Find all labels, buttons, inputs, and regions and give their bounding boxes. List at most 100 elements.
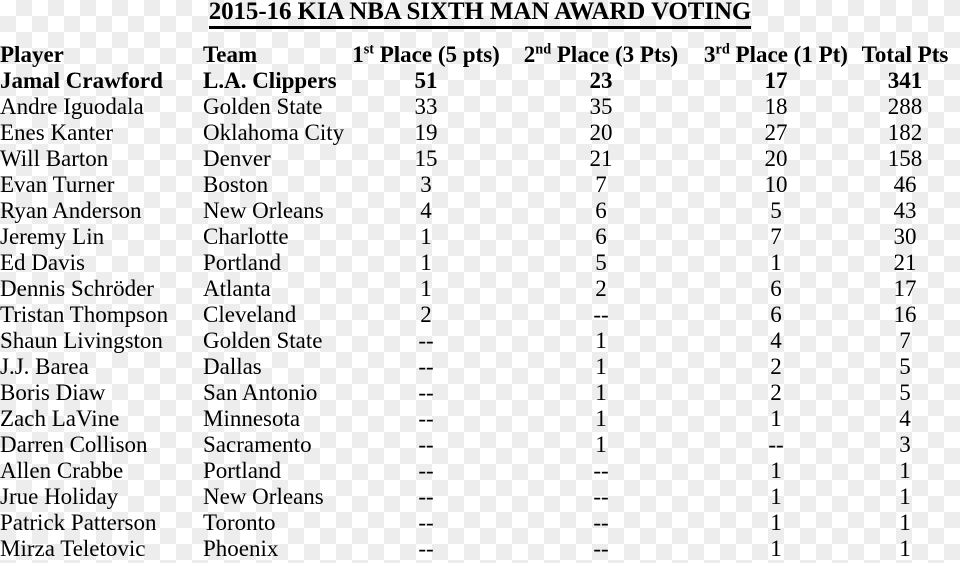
- table-row: Mirza Teletovic Phoenix -- -- 1 1: [0, 536, 960, 562]
- cell-team: Golden State: [203, 328, 323, 353]
- table-row: Jrue Holiday New Orleans -- -- 1 1: [0, 484, 960, 510]
- column-header-total-points: Total Pts: [861, 42, 949, 67]
- table-row: Darren Collison Sacramento -- 1 -- 3: [0, 432, 960, 458]
- cell-player: Enes Kanter: [0, 120, 114, 145]
- cell-first-place-votes: --: [418, 328, 434, 353]
- cell-second-place-votes: 1: [595, 432, 607, 457]
- cell-team: Golden State: [203, 94, 323, 119]
- first-place-rest: Place (5 pts): [373, 42, 500, 67]
- cell-total-points: 5: [899, 380, 911, 405]
- cell-total-points: 182: [887, 120, 923, 145]
- cell-third-place-votes: 7: [770, 224, 782, 249]
- cell-player: Evan Turner: [0, 172, 115, 197]
- cell-first-place-votes: 3: [420, 172, 432, 197]
- table-row: Patrick Patterson Toronto -- -- 1 1: [0, 510, 960, 536]
- cell-team: Dallas: [203, 354, 262, 379]
- cell-team: New Orleans: [203, 198, 324, 223]
- cell-team: Portland: [203, 250, 281, 275]
- cell-first-place-votes: 51: [414, 68, 438, 93]
- cell-team: Charlotte: [203, 224, 289, 249]
- cell-third-place-votes: 6: [770, 302, 782, 327]
- cell-player: Will Barton: [0, 146, 109, 171]
- cell-player: Ed Davis: [0, 250, 85, 275]
- first-place-number: 1: [352, 42, 364, 67]
- cell-second-place-votes: 1: [595, 328, 607, 353]
- cell-total-points: 3: [899, 432, 911, 457]
- cell-total-points: 5: [899, 354, 911, 379]
- cell-second-place-votes: 1: [595, 406, 607, 431]
- table-row: Jamal Crawford L.A. Clippers 51 23 17 341: [0, 68, 960, 94]
- cell-second-place-votes: --: [593, 484, 609, 509]
- cell-second-place-votes: 5: [595, 250, 607, 275]
- column-header-second-place: 2nd Place (3 Pts): [500, 42, 702, 68]
- cell-total-points: 158: [887, 146, 923, 171]
- cell-second-place-votes: 20: [589, 120, 613, 145]
- cell-first-place-votes: 1: [420, 250, 432, 275]
- cell-total-points: 341: [887, 68, 923, 93]
- cell-player: Jrue Holiday: [0, 484, 119, 509]
- cell-third-place-votes: 1: [770, 250, 782, 275]
- cell-second-place-votes: 1: [595, 380, 607, 405]
- cell-team: Denver: [203, 146, 271, 171]
- cell-team: Cleveland: [203, 302, 297, 327]
- table-row: Jeremy Lin Charlotte 1 6 7 30: [0, 224, 960, 250]
- cell-second-place-votes: --: [593, 536, 609, 561]
- cell-first-place-votes: --: [418, 354, 434, 379]
- cell-total-points: 16: [893, 302, 917, 327]
- cell-third-place-votes: 5: [770, 198, 782, 223]
- cell-total-points: 1: [899, 536, 911, 561]
- table-row: Ryan Anderson New Orleans 4 6 5 43: [0, 198, 960, 224]
- cell-first-place-votes: 1: [420, 224, 432, 249]
- third-place-rest: Place (1 Pt): [729, 42, 848, 67]
- cell-team: New Orleans: [203, 484, 324, 509]
- cell-second-place-votes: --: [593, 510, 609, 535]
- cell-second-place-votes: 21: [589, 146, 613, 171]
- table-row: Ed Davis Portland 1 5 1 21: [0, 250, 960, 276]
- cell-second-place-votes: --: [593, 458, 609, 483]
- cell-first-place-votes: --: [418, 536, 434, 561]
- cell-total-points: 43: [893, 198, 917, 223]
- second-place-rest: Place (3 Pts): [551, 42, 679, 67]
- cell-team: Phoenix: [203, 536, 279, 561]
- cell-player: Patrick Patterson: [0, 510, 157, 535]
- column-header-team: Team: [203, 42, 258, 67]
- cell-second-place-votes: 1: [595, 354, 607, 379]
- cell-total-points: 21: [893, 250, 917, 275]
- cell-first-place-votes: 15: [414, 146, 438, 171]
- cell-second-place-votes: 2: [595, 276, 607, 301]
- cell-player: Andre Iguodala: [0, 94, 144, 119]
- cell-second-place-votes: 6: [595, 224, 607, 249]
- table-row: Tristan Thompson Cleveland 2 -- 6 16: [0, 302, 960, 328]
- cell-third-place-votes: 2: [770, 380, 782, 405]
- table-row: Boris Diaw San Antonio -- 1 2 5: [0, 380, 960, 406]
- voting-table: Player Team 1st Place (5 pts) 2nd Place …: [0, 42, 960, 562]
- cell-first-place-votes: 2: [420, 302, 432, 327]
- column-header-first-place: 1st Place (5 pts): [352, 42, 500, 68]
- cell-team: Boston: [203, 172, 269, 197]
- cell-player: Jamal Crawford: [0, 68, 163, 93]
- cell-player: Darren Collison: [0, 432, 148, 457]
- cell-total-points: 30: [893, 224, 917, 249]
- cell-player: J.J. Barea: [0, 354, 89, 379]
- cell-first-place-votes: --: [418, 406, 434, 431]
- cell-team: Toronto: [203, 510, 276, 535]
- cell-third-place-votes: 6: [770, 276, 782, 301]
- column-header-third-place: 3rd Place (1 Pt): [702, 42, 850, 68]
- cell-third-place-votes: 10: [764, 172, 788, 197]
- table-row: Shaun Livingston Golden State -- 1 4 7: [0, 328, 960, 354]
- cell-team: Portland: [203, 458, 281, 483]
- table-row: Zach LaVine Minnesota -- 1 1 4: [0, 406, 960, 432]
- cell-player: Dennis Schröder: [0, 276, 154, 301]
- cell-total-points: 1: [899, 484, 911, 509]
- cell-third-place-votes: 17: [764, 68, 788, 93]
- third-place-number: 3: [704, 42, 716, 67]
- table-row: Andre Iguodala Golden State 33 35 18 288: [0, 94, 960, 120]
- cell-player: Jeremy Lin: [0, 224, 105, 249]
- table-row: Enes Kanter Oklahoma City 19 20 27 182: [0, 120, 960, 146]
- cell-third-place-votes: 1: [770, 484, 782, 509]
- cell-player: Allen Crabbe: [0, 458, 124, 483]
- cell-player: Tristan Thompson: [0, 302, 169, 327]
- cell-total-points: 46: [893, 172, 917, 197]
- cell-player: Mirza Teletovic: [0, 536, 146, 561]
- cell-third-place-votes: 1: [770, 458, 782, 483]
